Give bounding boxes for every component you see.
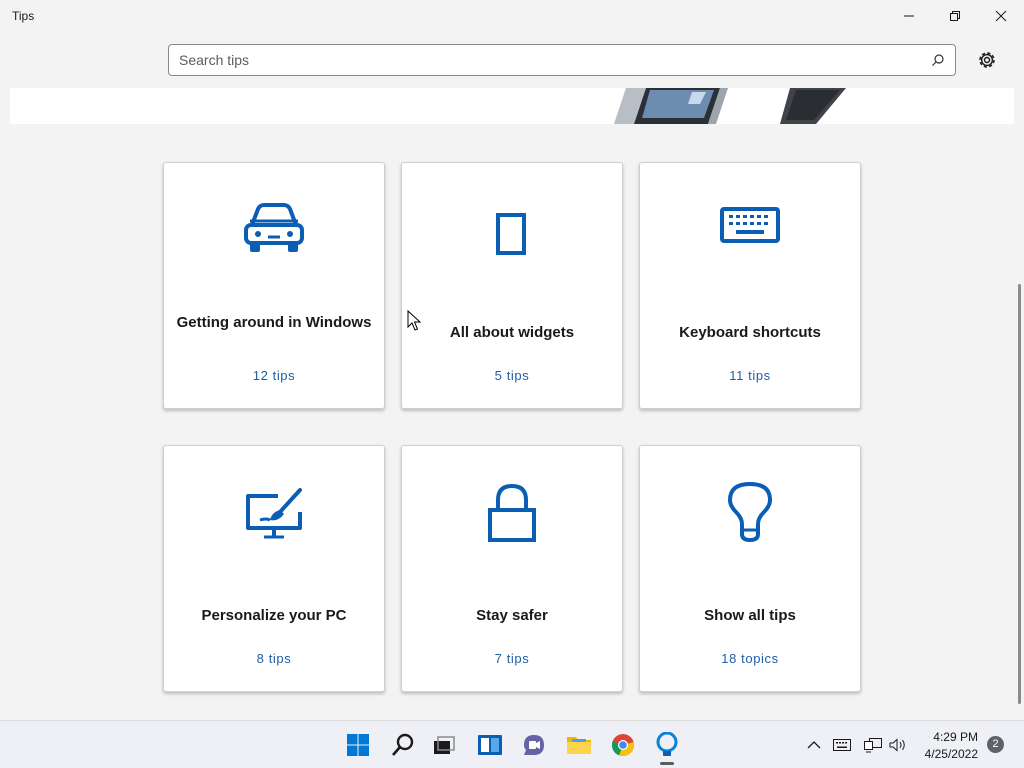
notification-badge[interactable]: 2 [987, 736, 1004, 753]
topic-card-widgets[interactable]: All about widgets 5 tips [401, 162, 623, 409]
tips-app-icon [656, 732, 678, 756]
widgets-button[interactable] [474, 729, 506, 761]
restore-button[interactable] [932, 0, 978, 32]
search-box [168, 44, 956, 76]
topic-card-personalize[interactable]: Personalize your PC 8 tips [163, 445, 385, 692]
hero-banner [10, 88, 1014, 124]
card-title: Show all tips [704, 607, 796, 624]
card-title: All about widgets [449, 324, 575, 341]
card-title: Stay safer [476, 607, 548, 624]
volume-button[interactable] [888, 735, 908, 755]
tips-app-button[interactable] [651, 729, 683, 761]
minimize-icon [904, 15, 914, 17]
scrollbar-thumb[interactable] [1018, 284, 1021, 704]
gear-icon [979, 52, 995, 68]
widgets-icon [478, 735, 502, 755]
task-view-button[interactable] [428, 729, 460, 761]
lock-icon [488, 483, 536, 542]
file-explorer-icon [567, 737, 591, 754]
task-view-icon [434, 736, 455, 754]
close-button[interactable] [978, 0, 1024, 32]
card-count: 7 tips [494, 651, 530, 666]
chat-button[interactable] [518, 729, 550, 761]
input-indicator-button[interactable] [832, 735, 852, 755]
hero-device-image [614, 88, 846, 124]
keyboard-icon [833, 739, 851, 751]
topic-card-show-all[interactable]: Show all tips 18 topics [639, 445, 861, 692]
car-icon [244, 203, 304, 252]
card-title: Getting around in Windows [176, 314, 372, 331]
network-button[interactable] [863, 735, 883, 755]
clock-time[interactable]: 4:29 PM [922, 730, 978, 744]
file-explorer-button[interactable] [563, 729, 595, 761]
card-count: 18 topics [721, 651, 779, 666]
paintbrush-monitor-icon [246, 488, 302, 539]
card-count: 8 tips [256, 651, 292, 666]
topic-card-stay-safer[interactable]: Stay safer 7 tips [401, 445, 623, 692]
show-hidden-icons-button[interactable] [804, 735, 824, 755]
topic-card-getting-around[interactable]: Getting around in Windows 12 tips [163, 162, 385, 409]
card-count: 11 tips [729, 368, 771, 383]
app-title: Tips [12, 9, 35, 23]
card-count: 5 tips [494, 368, 530, 383]
restore-icon [950, 11, 960, 21]
chrome-icon [611, 734, 634, 757]
topic-card-keyboard-shortcuts[interactable]: Keyboard shortcuts 11 tips [639, 162, 861, 409]
lightbulb-icon [728, 482, 772, 543]
search-icon [392, 733, 414, 756]
clock-date[interactable]: 4/25/2022 [918, 747, 978, 761]
card-title: Personalize your PC [201, 607, 347, 624]
card-count: 12 tips [252, 368, 296, 383]
search-input[interactable] [169, 45, 955, 75]
active-app-indicator [660, 762, 674, 765]
settings-button[interactable] [972, 44, 1002, 76]
taskbar: 4:29 PM 4/25/2022 [0, 720, 1024, 768]
taskbar-search-button[interactable] [387, 729, 419, 761]
close-icon [995, 10, 1007, 22]
minimize-button[interactable] [886, 0, 932, 32]
keyboard-icon [720, 207, 780, 243]
chevron-up-icon [807, 741, 821, 749]
chrome-button[interactable] [607, 729, 639, 761]
chat-icon [524, 735, 544, 755]
start-button[interactable] [342, 729, 374, 761]
widget-icon [496, 213, 526, 255]
title-bar: Tips [0, 0, 1024, 32]
mouse-cursor-icon [407, 310, 421, 331]
network-icon [864, 738, 882, 753]
card-title: Keyboard shortcuts [679, 324, 821, 341]
windows-start-icon [347, 734, 369, 756]
volume-icon [889, 738, 905, 752]
search-icon[interactable] [931, 53, 945, 67]
